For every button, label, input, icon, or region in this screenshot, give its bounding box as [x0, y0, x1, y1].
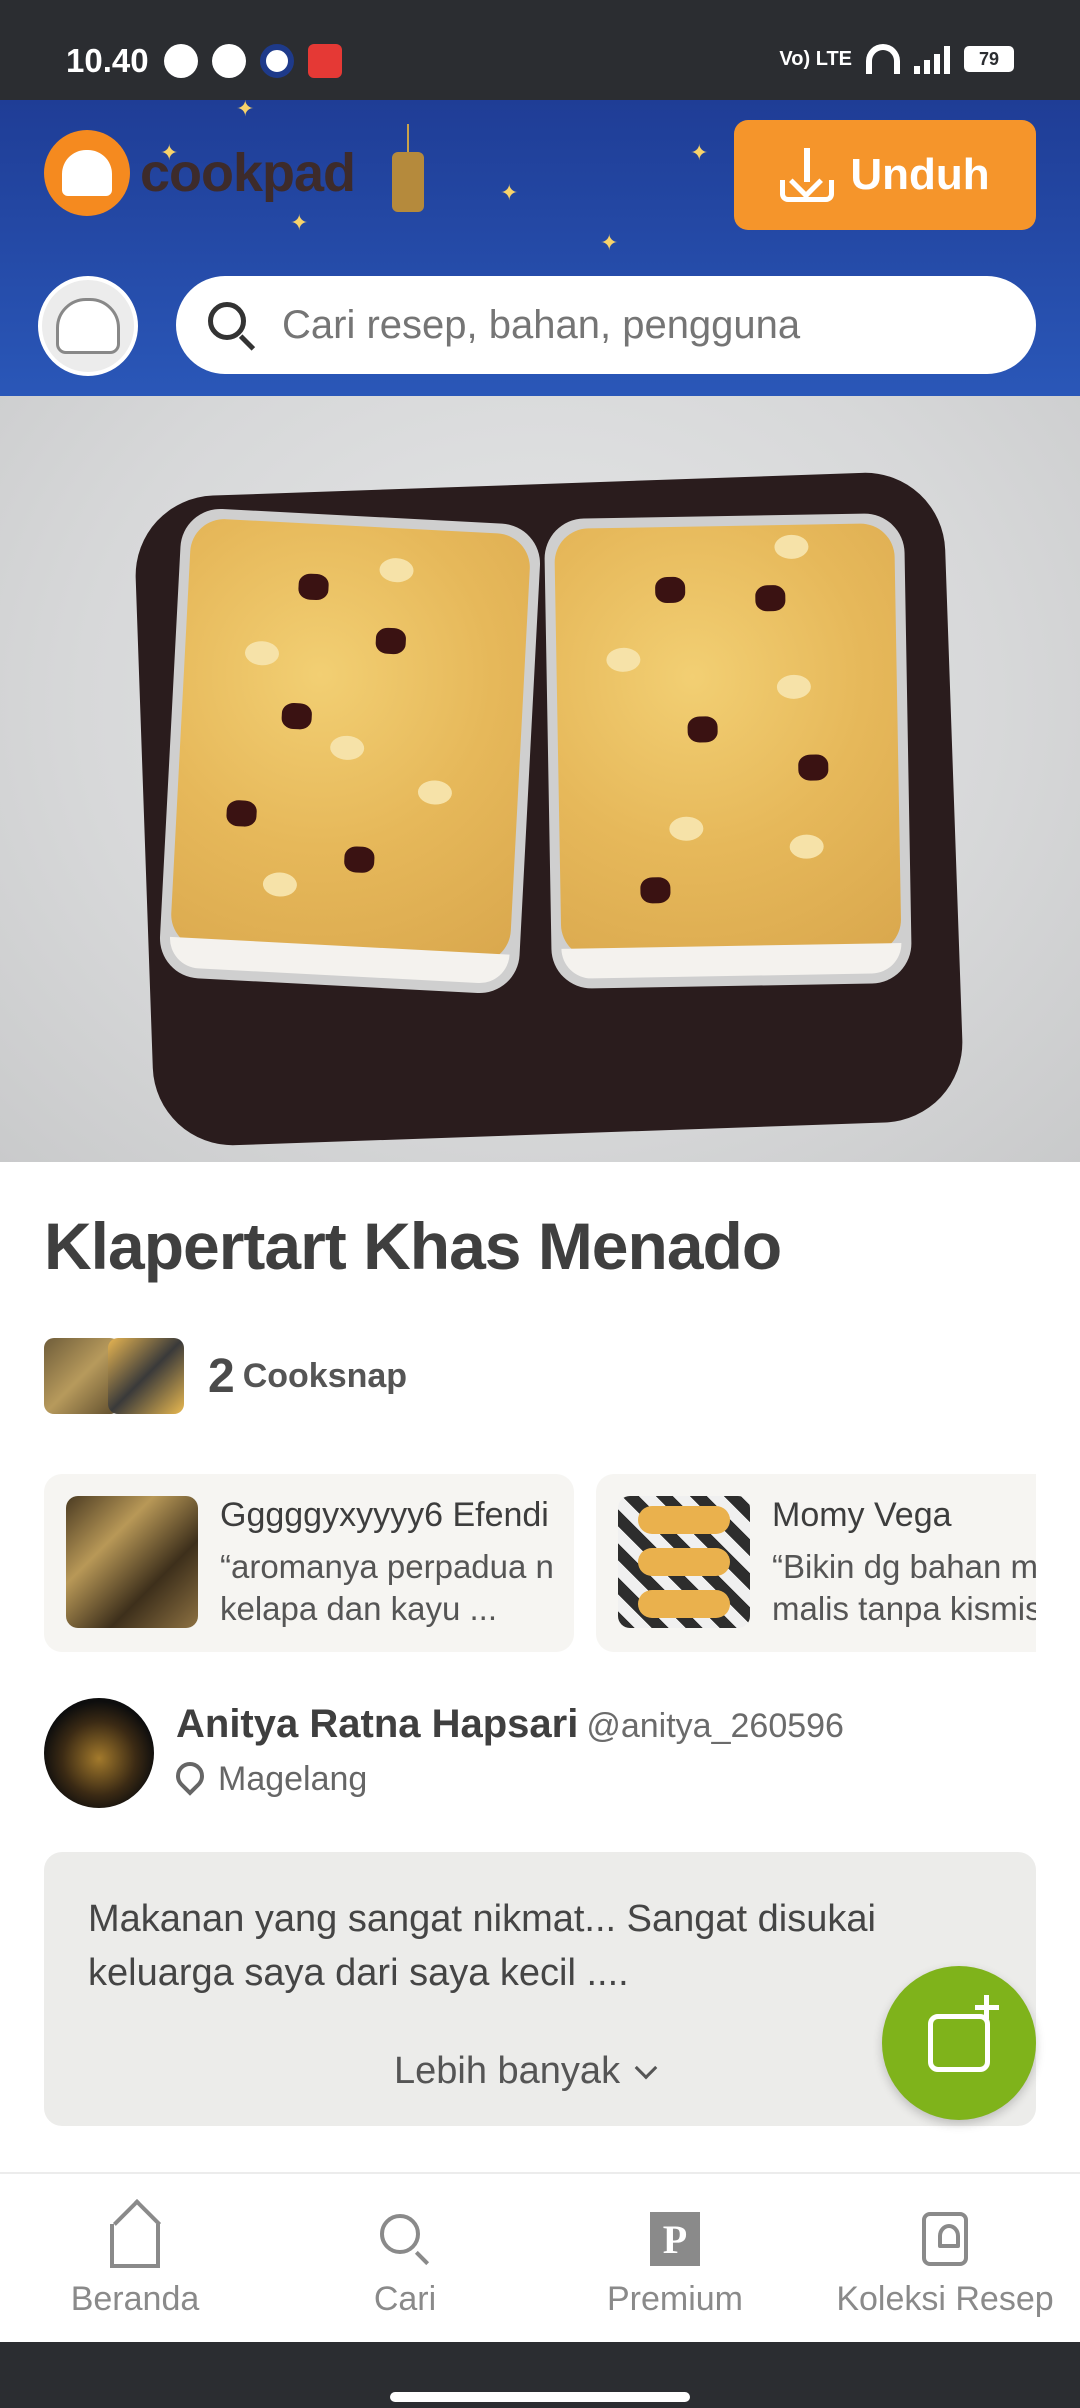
cooksnap-label: Cooksnap	[242, 1356, 408, 1395]
tart-tin	[543, 512, 913, 990]
recipe-photo[interactable]	[0, 396, 1080, 1162]
cooksnap-comment: “Bikin dg bahan m malis tanpa kismis	[772, 1548, 1036, 1627]
system-icons: Vo) LTE 79	[779, 44, 1014, 74]
search-bar[interactable]	[176, 276, 1036, 374]
author-avatar[interactable]	[44, 1698, 154, 1808]
location-text: Magelang	[218, 1760, 368, 1798]
cooksnap-thumbnail	[108, 1338, 184, 1414]
cooksnap-author: Momy Vega	[772, 1496, 952, 1534]
tart-tin	[157, 506, 543, 996]
telkomsel-icon	[308, 44, 342, 78]
battery-icon: 79	[964, 46, 1014, 72]
whatsapp-icon	[212, 44, 246, 78]
author-location: Magelang	[170, 1755, 368, 1799]
show-more-label: Lebih banyak	[394, 2050, 621, 2092]
add-to-plan-button[interactable]	[882, 1966, 1036, 2120]
cooksnap-photo	[66, 1496, 198, 1628]
chef-avatar-icon	[56, 298, 120, 354]
signal-icon	[914, 44, 950, 74]
download-button[interactable]: Unduh	[734, 120, 1036, 230]
author-name-line[interactable]: Anitya Ratna Hapsari @anitya_260596	[176, 1702, 844, 1747]
chef-hat-logo-icon	[44, 130, 130, 216]
premium-icon: P	[650, 2210, 700, 2268]
cooksnap-count: 2	[208, 1349, 235, 1403]
app-notification-icon	[260, 44, 294, 78]
profile-avatar[interactable]	[38, 276, 138, 376]
recipe-title: Klapertart Khas Menado	[44, 1209, 782, 1283]
location-pin-icon	[170, 1755, 210, 1798]
wifi-icon	[866, 44, 900, 74]
star-decoration: ✦	[600, 230, 619, 255]
nav-item-home[interactable]: Beranda	[0, 2174, 270, 2342]
author-handle: @anitya_260596	[586, 1707, 844, 1745]
star-decoration: ✦	[690, 140, 709, 165]
search-icon	[208, 302, 256, 351]
author-info[interactable]: Anitya Ratna Hapsari @anitya_260596 Magel…	[44, 1698, 1036, 1808]
home-icon	[110, 2210, 160, 2268]
logo-text: cookpad	[140, 143, 356, 203]
search-icon	[380, 2210, 430, 2268]
star-decoration: ✦	[500, 180, 519, 205]
app-header: ✦ ✦ ✦ ✦ ✦ ✦ cookpad Unduh	[0, 100, 1080, 396]
meal-plan-add-icon	[928, 1995, 999, 2072]
nav-label: Koleksi Resep	[836, 2280, 1054, 2318]
cooksnap-card[interactable]: Gggggyxyyyy6 Efendi “aromanya perpadua n…	[44, 1474, 574, 1652]
status-bar: 10.40 Vo) LTE 79	[0, 0, 1080, 100]
notification-icons	[164, 44, 342, 78]
search-input[interactable]	[282, 302, 922, 348]
cookpad-logo[interactable]: cookpad	[44, 130, 356, 216]
chevron-down-icon	[634, 2056, 658, 2079]
cooksnap-photo	[618, 1496, 750, 1628]
cooksnap-carousel[interactable]: Gggggyxyyyy6 Efendi “aromanya perpadua n…	[44, 1474, 1036, 1654]
show-more-button[interactable]: Lebih banyak	[394, 2050, 658, 2093]
bottom-navigation: Beranda Cari P Premium Koleksi Resep	[0, 2172, 1080, 2342]
download-label: Unduh	[850, 150, 990, 199]
cooksnap-author: Gggggyxyyyy6 Efendi	[220, 1496, 549, 1534]
volte-indicator: Vo) LTE	[779, 47, 852, 70]
message-icon	[164, 44, 198, 78]
recipe-description: Makanan yang sangat nikmat... Sangat dis…	[44, 1852, 1036, 2126]
cooksnap-comment: “aromanya perpadua n kelapa dan kayu ...	[220, 1548, 554, 1627]
star-decoration: ✦	[236, 100, 255, 121]
nav-item-collection[interactable]: Koleksi Resep	[810, 2174, 1080, 2342]
lantern-decoration	[392, 124, 424, 224]
download-icon	[780, 148, 835, 202]
nav-item-search[interactable]: Cari	[270, 2174, 540, 2342]
collection-icon	[922, 2210, 968, 2268]
nav-label: Cari	[373, 2280, 437, 2318]
author-name: Anitya Ratna Hapsari	[176, 1702, 579, 1746]
cooksnap-card[interactable]: Momy Vega “Bikin dg bahan m malis tanpa …	[596, 1474, 1036, 1652]
status-time: 10.40	[66, 42, 149, 79]
cooksnap-summary[interactable]: 2 Cooksnap	[44, 1338, 407, 1414]
nav-item-premium[interactable]: P Premium	[540, 2174, 810, 2342]
nav-label: Premium	[606, 2280, 744, 2318]
nav-label: Beranda	[70, 2280, 200, 2318]
description-text: Makanan yang sangat nikmat... Sangat dis…	[88, 1898, 876, 1994]
home-gesture-handle[interactable]	[390, 2392, 690, 2402]
